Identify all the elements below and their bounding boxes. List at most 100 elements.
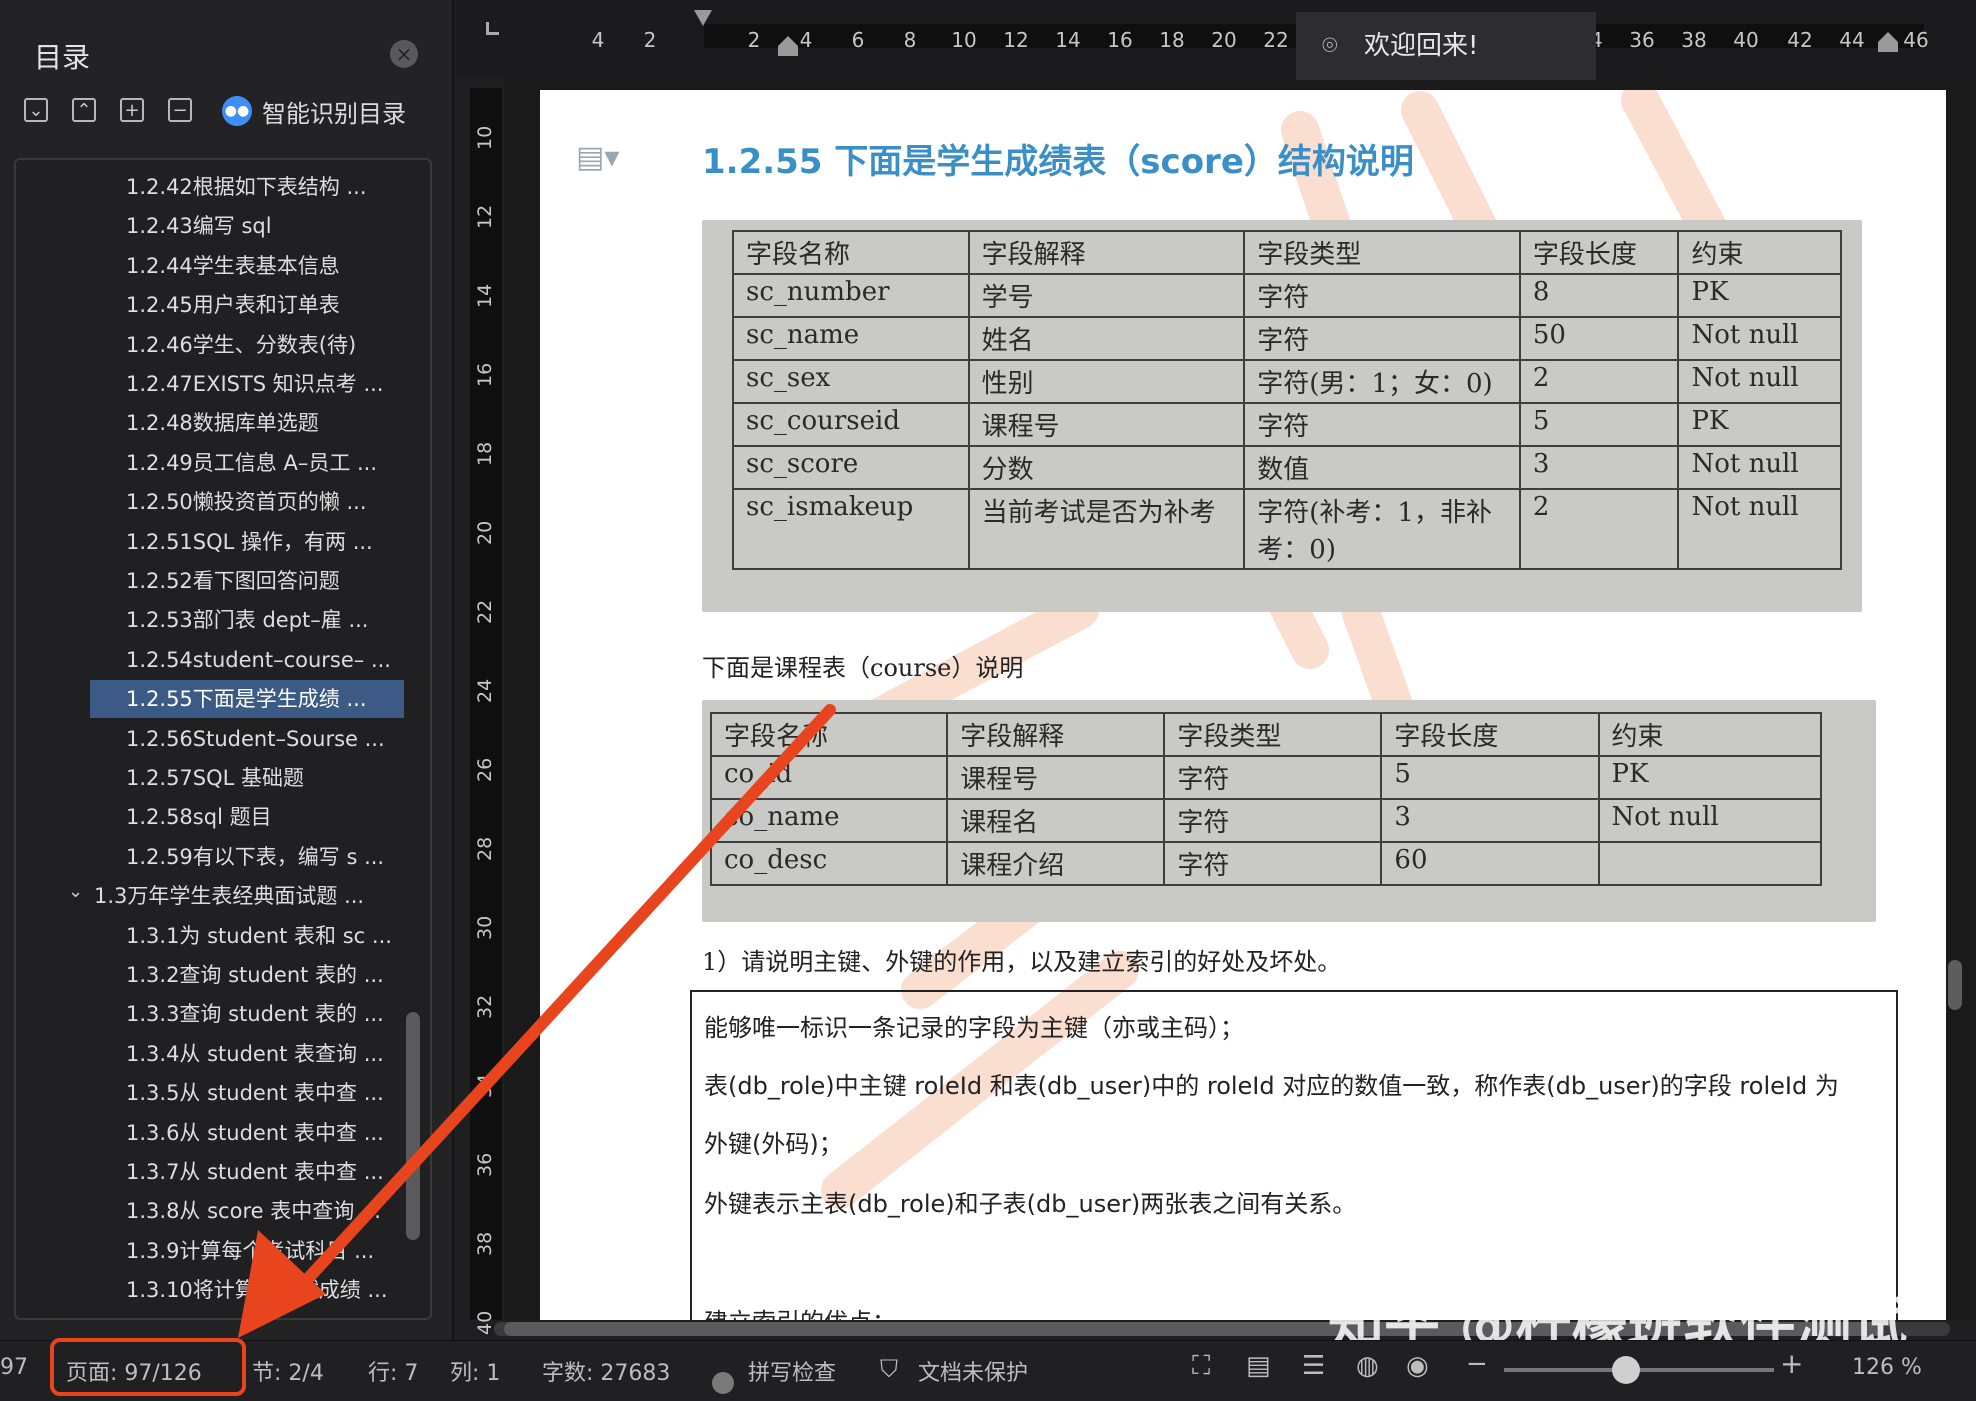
ruler-number: 26: [474, 757, 496, 782]
zoom-slider-handle[interactable]: [1611, 1356, 1640, 1384]
toc-item[interactable]: 1.2.48数据库单选题: [126, 404, 426, 442]
document-page: ▤▾ 1.2.55 下面是学生成绩表（score）结构说明 字段名称 字段解释 字段…: [540, 90, 1946, 1320]
minus-icon[interactable]: −: [168, 98, 192, 122]
answer-box[interactable]: 能够唯一标识一条记录的字段为主键（亦或主码）； 表(db_role)中主键 ro…: [690, 990, 1898, 1320]
table-cell: 5: [1518, 402, 1680, 447]
read-mode-icon[interactable]: ◉: [1406, 1351, 1429, 1381]
table-cell: 字符: [1163, 755, 1383, 800]
toc-item[interactable]: 1.2.52看下图回答问题: [126, 562, 426, 600]
chevron-down-icon[interactable]: ⌄: [68, 881, 83, 902]
status-cut-number: 97: [0, 1355, 28, 1380]
toc-item[interactable]: 1.3.5从 student 表中查 ...: [126, 1074, 426, 1112]
course-caption: 下面是课程表（course）说明: [702, 654, 1024, 682]
table-row: sc_sex 性别 字符(男：1；女：0) 2 Not null: [732, 359, 1842, 404]
answer-line: 外键表示主表(db_role)和子表(db_user)两张表之间有关系。: [704, 1190, 1357, 1218]
score-table: 字段名称 字段解释 字段类型 字段长度 约束 sc_number 学号 字符 8 PK sc_nam…: [732, 230, 1842, 570]
zoom-in-icon[interactable]: +: [1780, 1347, 1803, 1380]
zoom-level[interactable]: 126 %: [1852, 1355, 1922, 1380]
toc-item[interactable]: 1.3.2查询 student 表的 ...: [126, 956, 426, 994]
ruler-number: 20: [1211, 28, 1237, 52]
left-margin-marker-icon[interactable]: [776, 34, 800, 58]
table-cell: 字符: [1163, 841, 1383, 886]
collapse-down-icon[interactable]: ⌄: [24, 98, 48, 122]
status-word-count[interactable]: 字数: 27683: [542, 1355, 670, 1387]
ruler-number: 18: [1159, 28, 1185, 52]
toc-item[interactable]: 1.2.42根据如下表结构 ...: [126, 168, 426, 206]
welcome-toast[interactable]: ⌾ 欢迎回来!: [1296, 12, 1596, 80]
table-cell: Not null: [1597, 798, 1822, 843]
outline-view-icon[interactable]: ☰: [1302, 1351, 1325, 1381]
collapse-up-icon[interactable]: ⌃: [72, 98, 96, 122]
toc-item[interactable]: 1.2.59有以下表，编写 s ...: [126, 838, 426, 876]
zoom-out-icon[interactable]: −: [1466, 1349, 1488, 1379]
ruler-number: 12: [474, 204, 496, 229]
section-heading: 1.2.55 下面是学生成绩表（score）结构说明: [702, 142, 1414, 182]
toc-item[interactable]: 1.2.46学生、分数表(待): [126, 326, 426, 364]
toc-item[interactable]: 1.2.44学生表基本信息: [126, 247, 426, 285]
toc-item[interactable]: 1.2.51SQL 操作，有两 ...: [126, 523, 426, 561]
table-cell: [1597, 841, 1822, 886]
toc-item[interactable]: 1.3.10将计算机考试成绩 ...: [126, 1271, 426, 1309]
spell-check-button[interactable]: 拼写检查: [748, 1355, 836, 1387]
toc-item[interactable]: 1.2.54student–course– ...: [126, 641, 426, 679]
toc-item[interactable]: 1.3.7从 student 表中查 ...: [126, 1153, 426, 1191]
ruler-number: 14: [474, 283, 496, 308]
table-cell: 50: [1518, 316, 1680, 361]
toc-item[interactable]: 1.2.47EXISTS 知识点考 ...: [126, 365, 426, 403]
smart-toc-button[interactable]: ●● 智能识别目录: [222, 94, 406, 128]
ruler-number: 36: [1629, 28, 1655, 52]
toc-item[interactable]: 1.2.50懒投资首页的懒 ...: [126, 483, 426, 521]
toc-item[interactable]: 1.3.3查询 student 表的 ...: [126, 995, 426, 1033]
table-header-cell: 字段解释: [946, 712, 1166, 757]
toc-item[interactable]: 1.2.53部门表 dept–雇 ...: [126, 601, 426, 639]
table-header-row: 字段名称 字段解释 字段类型 字段长度 约束: [732, 230, 1842, 275]
web-view-icon[interactable]: ◍: [1356, 1351, 1379, 1381]
toc-item[interactable]: 1.3.4从 student 表查询 ...: [126, 1035, 426, 1073]
table-cell: PK: [1597, 755, 1822, 800]
table-cell: co_id: [709, 755, 949, 800]
toc-item[interactable]: 1.3.1为 student 表和 sc ...: [126, 917, 426, 955]
table-cell: 60: [1380, 841, 1600, 886]
table-cell: 姓名: [967, 316, 1246, 361]
table-cell: Not null: [1677, 488, 1842, 570]
toc-item[interactable]: 1.3.9计算每个考试科目 ...: [126, 1232, 426, 1270]
toc-item[interactable]: 1.2.43编写 sql: [126, 207, 426, 245]
table-cell: 当前考试是否为补考: [967, 488, 1246, 570]
document-type-icon[interactable]: ▤▾: [576, 140, 619, 175]
ruler-number: 30: [474, 915, 496, 940]
vertical-scrollbar[interactable]: [1948, 960, 1962, 1010]
ruler-number: 36: [474, 1152, 496, 1177]
toc-item[interactable]: 1.2.45用户表和订单表: [126, 286, 426, 324]
indent-marker-icon[interactable]: [692, 8, 714, 30]
toc-scrollbar[interactable]: [406, 1012, 420, 1240]
table-cell: 课程号: [967, 402, 1246, 447]
table-cell: PK: [1677, 402, 1842, 447]
smart-toc-label: 智能识别目录: [262, 99, 406, 128]
ruler-number: 12: [1003, 28, 1029, 52]
table-cell: sc_sex: [732, 359, 970, 404]
fullscreen-icon[interactable]: ⛶: [1192, 1351, 1210, 1382]
ruler-number: 8: [903, 28, 917, 52]
table-header-cell: 字段长度: [1380, 712, 1600, 757]
toc-item-selected[interactable]: 1.2.55下面是学生成绩 ...: [90, 680, 404, 719]
add-icon[interactable]: +: [120, 98, 144, 122]
status-section[interactable]: 节: 2/4: [252, 1355, 324, 1387]
ruler-number: 38: [474, 1231, 496, 1256]
ruler-number: 4: [591, 28, 605, 52]
toc-item[interactable]: 1.2.49员工信息 A–员工 ...: [126, 444, 426, 482]
toc-item[interactable]: 1.3.8从 score 表中查询 ...: [126, 1192, 426, 1230]
location-pin-icon: ⌾: [1322, 31, 1338, 61]
status-col: 列: 1: [450, 1361, 501, 1386]
toc-item[interactable]: 1.3万年学生表经典面试题 ...: [94, 877, 394, 915]
toc-item[interactable]: 1.2.56Student–Sourse ...: [126, 720, 426, 758]
toc-item[interactable]: 1.3.6从 student 表中查 ...: [126, 1114, 426, 1152]
protect-status-button[interactable]: 文档未保护: [918, 1355, 1028, 1387]
page-view-icon[interactable]: ▤: [1246, 1351, 1271, 1381]
table-cell: Not null: [1677, 445, 1842, 490]
right-margin-marker-icon[interactable]: [1876, 30, 1900, 54]
table-row: sc_ismakeup 当前考试是否为补考 字符(补考：1，非补考：0) 2 Not n…: [732, 488, 1842, 570]
toc-item[interactable]: 1.2.57SQL 基础题: [126, 759, 426, 797]
table-cell: 字符: [1243, 316, 1521, 361]
close-icon[interactable]: ×: [390, 40, 418, 68]
toc-item[interactable]: 1.2.58sql 题目: [126, 798, 426, 836]
